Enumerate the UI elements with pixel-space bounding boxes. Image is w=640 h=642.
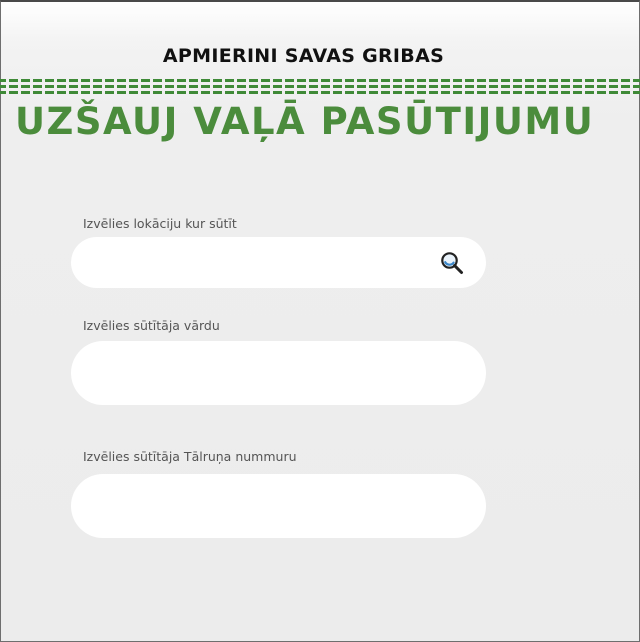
sender-phone-input[interactable]: [71, 474, 486, 538]
sender-name-field-label: Izvēlies sūtītāja vārdu: [83, 318, 220, 333]
stripe-row: [0, 91, 640, 94]
location-search-input[interactable]: [71, 237, 486, 288]
sender-name-input[interactable]: [71, 341, 486, 405]
page-subtitle: APMIERINI SAVAS GRIBAS: [162, 45, 445, 67]
location-field-label: Izvēlies lokāciju kur sūtīt: [83, 216, 237, 231]
stripe-row: [0, 79, 640, 82]
page-headline: UZŠAUJ VAĻĀ PASŪTIJUMU: [15, 100, 595, 143]
decorative-dashed-stripe: [0, 78, 640, 94]
stripe-row: [0, 85, 640, 88]
sender-phone-field-label: Izvēlies sūtītāja Tālruņa nummuru: [83, 449, 297, 464]
search-icon: [441, 252, 463, 274]
page-frame: APMIERINI SAVAS GRIBAS UZŠAUJ VAĻĀ PASŪT…: [0, 0, 640, 642]
search-button[interactable]: [439, 250, 465, 276]
